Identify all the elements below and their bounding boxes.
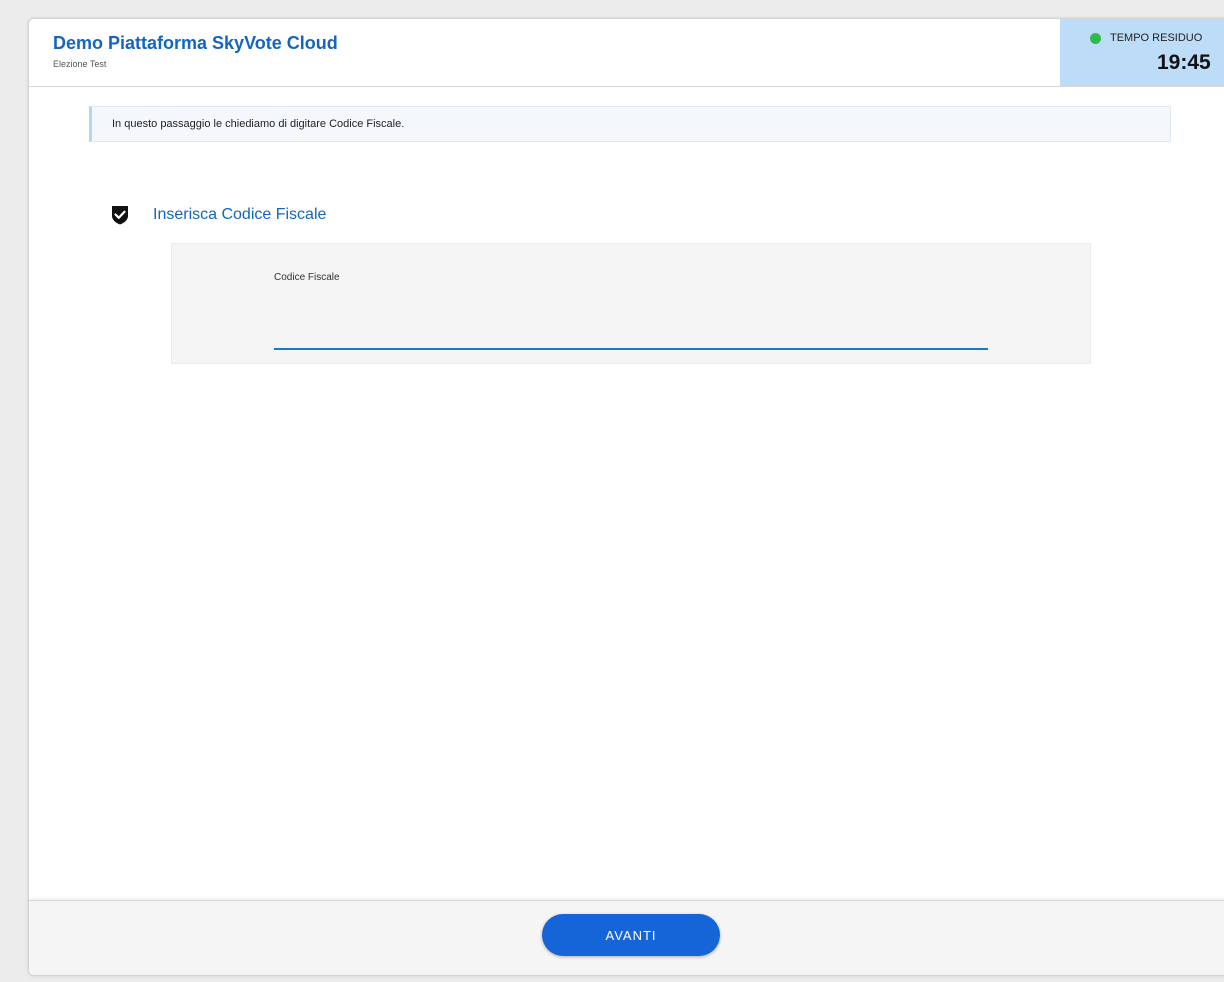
shield-check-icon	[112, 206, 128, 225]
info-banner: In questo passaggio le chiediamo di digi…	[89, 106, 1171, 142]
app-header: Demo Piattaforma SkyVote Cloud Elezione …	[29, 19, 1224, 87]
app-subtitle: Elezione Test	[53, 59, 107, 69]
remaining-time-value: 19:45	[1157, 51, 1211, 74]
footer-bar: AVANTI	[29, 900, 1224, 975]
status-dot-icon	[1090, 33, 1101, 44]
codice-fiscale-form: Codice Fiscale	[171, 243, 1091, 364]
next-button[interactable]: AVANTI	[542, 914, 720, 956]
remaining-time-label: TEMPO RESIDUO	[1110, 32, 1203, 44]
codice-fiscale-label: Codice Fiscale	[274, 272, 340, 283]
remaining-time-panel: TEMPO RESIDUO 19:45	[1060, 19, 1224, 86]
codice-fiscale-input[interactable]	[274, 302, 988, 350]
info-banner-text: In questo passaggio le chiediamo di digi…	[112, 118, 405, 130]
app-title: Demo Piattaforma SkyVote Cloud	[53, 33, 338, 53]
section-title: Inserisca Codice Fiscale	[153, 206, 327, 223]
app-window: Demo Piattaforma SkyVote Cloud Elezione …	[28, 18, 1224, 976]
